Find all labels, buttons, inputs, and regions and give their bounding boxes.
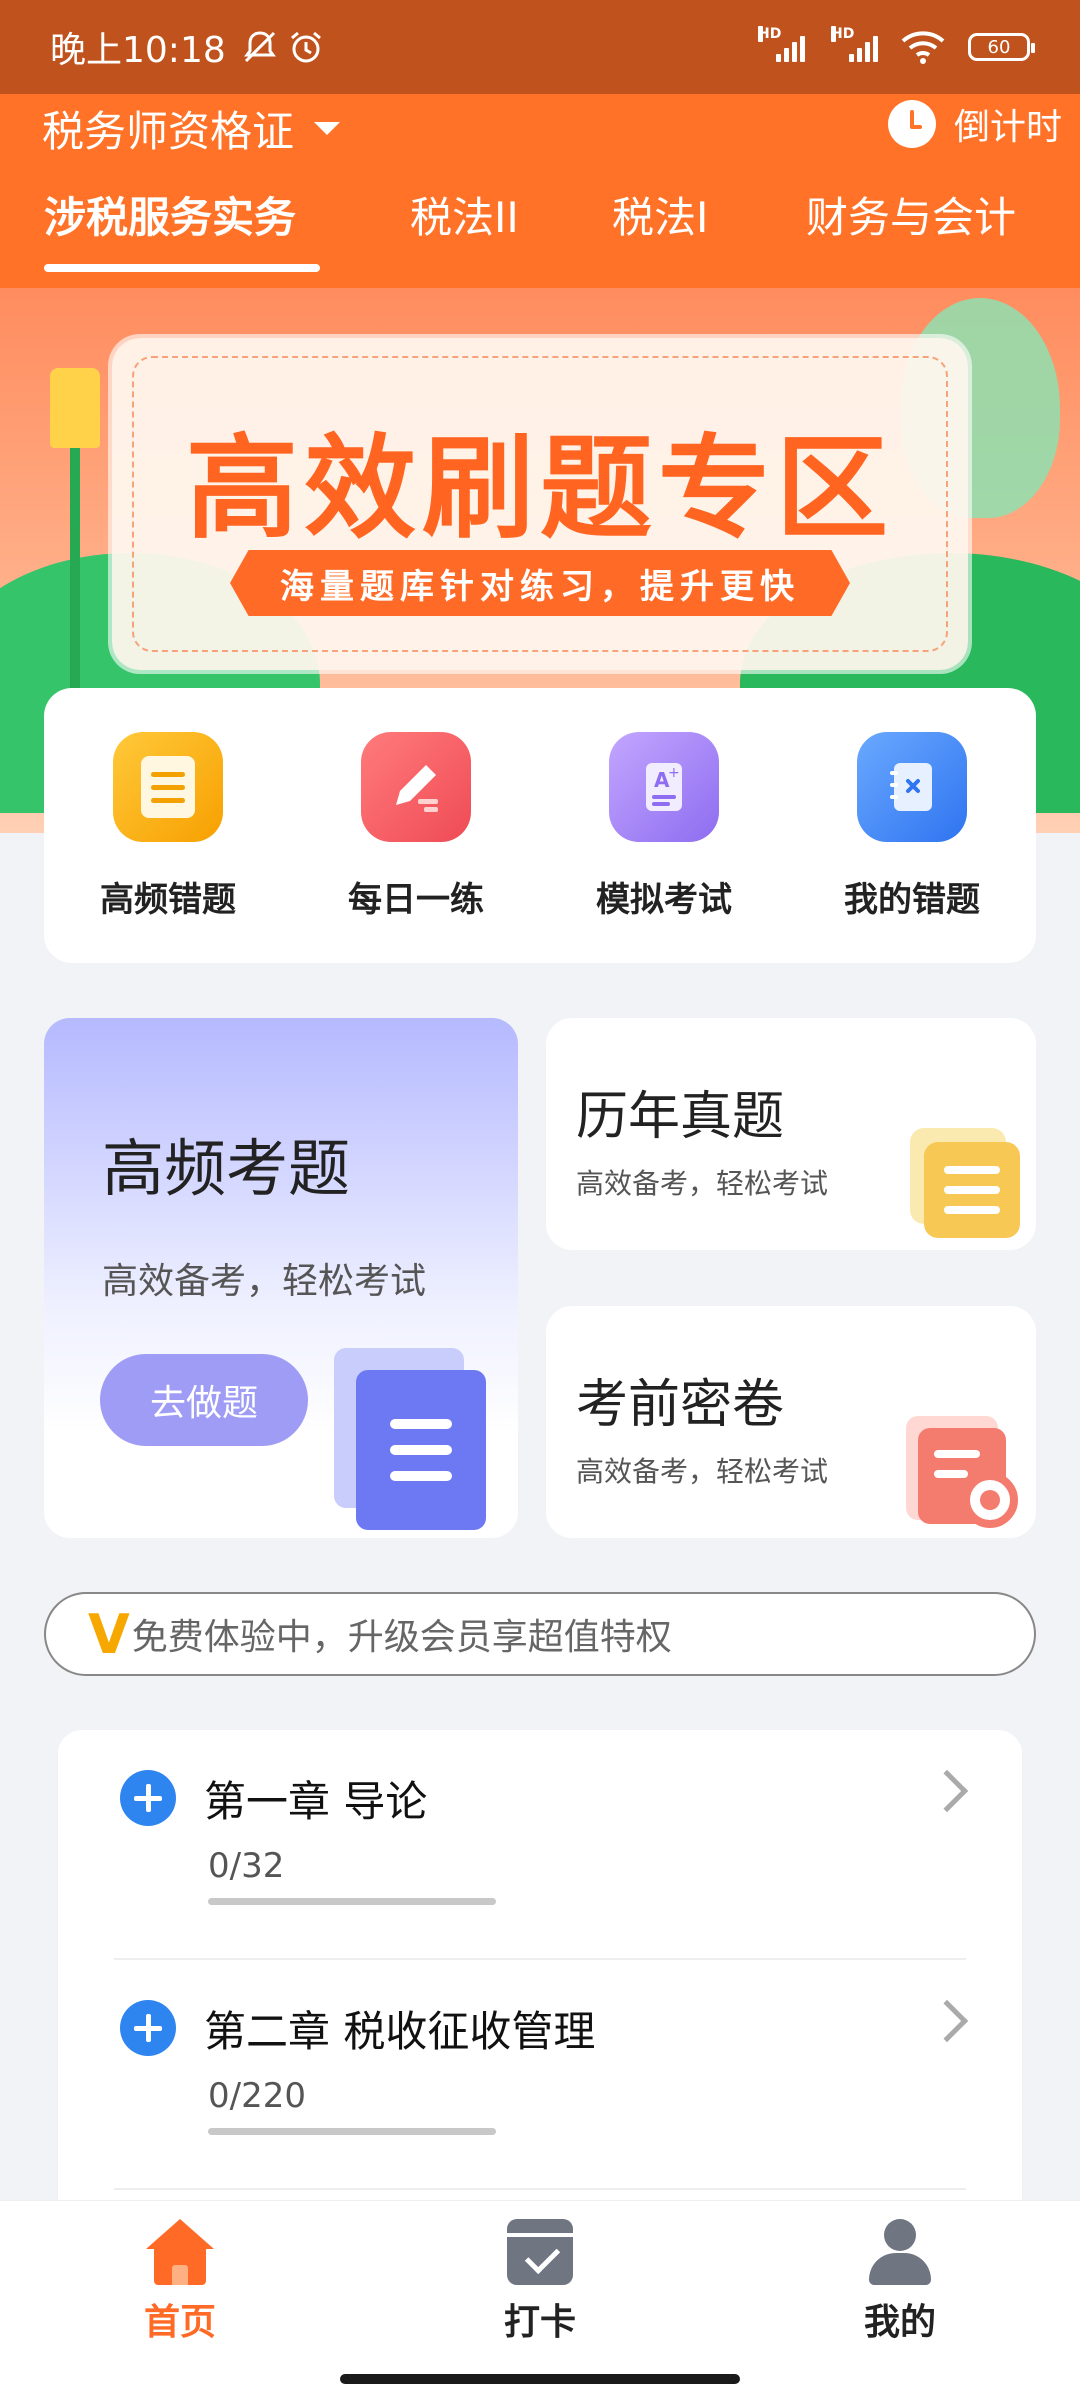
- active-tab-indicator: [44, 264, 320, 272]
- alarm-clock-icon: [887, 100, 936, 148]
- document-icon: [334, 1348, 494, 1530]
- expand-plus-icon[interactable]: [120, 2000, 176, 2056]
- tab-shuifa-1[interactable]: 税法I: [612, 184, 708, 245]
- nav-me[interactable]: 我的: [810, 2219, 990, 2345]
- nav-home-label: 首页: [143, 2302, 216, 2343]
- past-exams-card[interactable]: 历年真题 高效备考，轻松考试: [546, 1018, 1036, 1250]
- chapter-item[interactable]: 第二章 税收征收管理 0/220: [58, 1960, 1022, 2190]
- wifi-icon: [901, 31, 945, 64]
- nav-checkin[interactable]: 打卡: [450, 2219, 630, 2345]
- start-practice-button[interactable]: 去做题: [100, 1354, 308, 1446]
- pre-exam-papers-card[interactable]: 考前密卷 高效备考，轻松考试: [546, 1306, 1036, 1538]
- battery-level: 60: [987, 36, 1011, 58]
- shortcut-my-errors[interactable]: 我的错题: [788, 688, 1036, 963]
- header: 税务师资格证 倒计时 涉税服务实务 税法II 税法I 财务与会计: [0, 94, 1080, 288]
- chapter-count: 0/32: [208, 1846, 285, 1886]
- status-bar: 晚上10:18 HD HD 60: [0, 0, 1080, 94]
- certificate-selector[interactable]: 税务师资格证: [42, 98, 341, 159]
- chevron-right-icon[interactable]: [925, 1769, 969, 1813]
- shortcut-label: 每日一练: [348, 880, 484, 920]
- chapter-progress-bar: [208, 2128, 496, 2135]
- chapter-title: 第二章 税收征收管理: [204, 2007, 596, 2056]
- chapter-title: 第一章 导论: [204, 1777, 428, 1826]
- card-subtitle: 高效备考，轻松考试: [576, 1167, 829, 1200]
- user-icon: [869, 2219, 931, 2285]
- target-paper-icon: [906, 1416, 1018, 1528]
- expand-plus-icon[interactable]: [120, 1770, 176, 1826]
- vip-icon: V: [88, 1602, 130, 1666]
- banner-card: 高效刷题专区 海量题库针对练习，提升更快: [112, 338, 968, 670]
- card-title: 历年真题: [576, 1087, 785, 1147]
- list-icon: [113, 732, 223, 842]
- shortcut-label: 模拟考试: [596, 880, 732, 920]
- high-frequency-questions-card[interactable]: 高频考题 高效备考，轻松考试 去做题: [44, 1018, 518, 1538]
- tab-shuifa-2[interactable]: 税法II: [410, 184, 519, 245]
- chapter-count: 0/220: [208, 2076, 306, 2116]
- shortcut-mock-exam[interactable]: A + 模拟考试: [540, 688, 788, 963]
- lamp-decoration: [50, 368, 100, 448]
- card-title: 高频考题: [102, 1132, 351, 1205]
- exam-icon: A +: [609, 732, 719, 842]
- card-subtitle: 高效备考，轻松考试: [102, 1261, 427, 1302]
- signal-icon: HD: [831, 26, 878, 62]
- mute-icon: [243, 31, 276, 63]
- certificate-label: 税务师资格证: [42, 107, 295, 156]
- chapter-progress-bar: [208, 1898, 496, 1905]
- bottom-nav: 首页 打卡 我的: [0, 2200, 1080, 2400]
- vip-upgrade-banner[interactable]: V 免费体验中，升级会员享超值特权: [44, 1592, 1036, 1676]
- countdown-label: 倒计时: [953, 107, 1062, 148]
- calendar-check-icon: [507, 2219, 573, 2285]
- home-indicator[interactable]: [340, 2374, 740, 2384]
- chevron-down-icon: [314, 122, 341, 135]
- shortcut-label: 我的错题: [844, 880, 980, 920]
- tab-caiwu[interactable]: 财务与会计: [806, 184, 1016, 245]
- chapter-item[interactable]: 第一章 导论 0/32: [58, 1730, 1022, 1960]
- chapter-list: 第一章 导论 0/32 第二章 税收征收管理 0/220: [58, 1730, 1022, 2200]
- vip-text: 免费体验中，升级会员享超值特权: [131, 1617, 672, 1658]
- banner-title: 高效刷题专区: [186, 424, 894, 554]
- notebook-icon: [857, 732, 967, 842]
- signal-icon: HD: [758, 26, 805, 62]
- svg-text:+: +: [668, 765, 680, 781]
- banner-subtitle: 海量题库针对练习，提升更快: [230, 550, 850, 616]
- nav-checkin-label: 打卡: [503, 2302, 576, 2343]
- battery-icon: 60: [968, 33, 1035, 61]
- shortcut-frequent-errors[interactable]: 高频错题: [44, 688, 292, 963]
- nav-home[interactable]: 首页: [90, 2219, 270, 2345]
- nav-me-label: 我的: [863, 2302, 936, 2343]
- card-subtitle: 高效备考，轻松考试: [576, 1455, 829, 1488]
- home-icon: [146, 2219, 214, 2285]
- countdown-button[interactable]: 倒计时: [887, 98, 1062, 150]
- shortcut-label: 高频错题: [100, 880, 236, 920]
- status-time: 晚上10:18: [50, 30, 226, 71]
- papers-icon: [910, 1128, 1020, 1238]
- chevron-right-icon[interactable]: [925, 1999, 969, 2043]
- edit-icon: [361, 732, 471, 842]
- tab-shesui[interactable]: 涉税服务实务: [44, 184, 296, 245]
- alarm-icon: [290, 31, 321, 63]
- shortcut-grid: 高频错题 每日一练 A + 模拟考试 我的错题: [44, 688, 1036, 963]
- card-title: 考前密卷: [576, 1375, 785, 1435]
- shortcut-daily-practice[interactable]: 每日一练: [292, 688, 540, 963]
